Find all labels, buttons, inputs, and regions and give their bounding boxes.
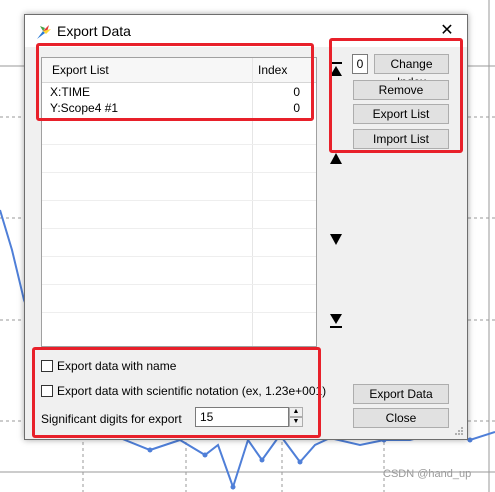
- grid-line: [42, 284, 316, 285]
- grid-line: [42, 228, 316, 229]
- highlight-box-options: [32, 347, 321, 438]
- highlight-box-list: [36, 43, 314, 121]
- resize-grip-icon[interactable]: [453, 425, 463, 435]
- move-up-icon[interactable]: [329, 151, 343, 167]
- grid-line: [42, 172, 316, 173]
- dialog-title: Export Data: [57, 23, 131, 39]
- grid-line: [42, 144, 316, 145]
- highlight-box-buttons: [329, 38, 463, 153]
- grid-line: [42, 312, 316, 313]
- export-app-icon: [37, 25, 51, 39]
- grid-line: [42, 256, 316, 257]
- close-button[interactable]: Close: [353, 408, 449, 428]
- export-data-button[interactable]: Export Data: [353, 384, 449, 404]
- watermark-text: CSDN @hand_up: [383, 468, 472, 480]
- grid-line: [42, 200, 316, 201]
- move-down-icon[interactable]: [329, 231, 343, 247]
- move-bottom-icon[interactable]: [329, 313, 343, 329]
